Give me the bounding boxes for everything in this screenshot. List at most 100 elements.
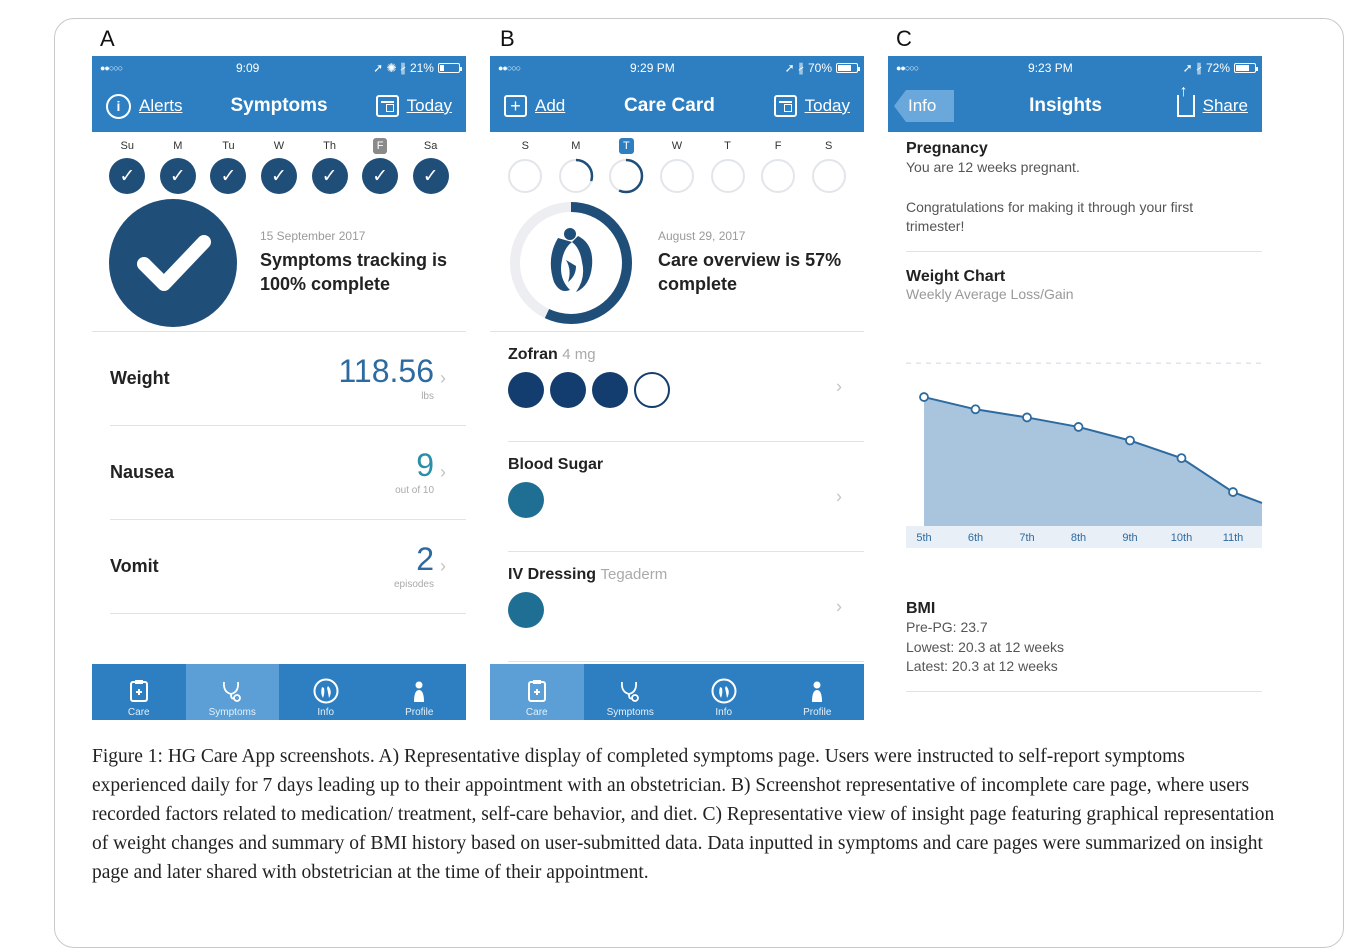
day-m-1[interactable]: M [555,138,597,194]
dose-circle[interactable] [508,592,544,628]
tab-bar: Care Symptoms Info Profile [92,664,466,720]
pregnancy-title: Pregnancy [906,140,988,157]
insights-screen: ●●○○○ 9:23 PM ➚ ∦ 72% Info Insights Shar… [888,56,1262,720]
tab-info[interactable]: Info [279,664,373,720]
row-nausea[interactable]: Nausea 9 out of 10 › [110,426,466,520]
day-w-3[interactable]: W [656,138,698,194]
summary-date: 15 September 2017 [260,229,366,244]
care-item-blood-sugar[interactable]: Blood Sugar › [508,442,864,552]
nav-bar: i Alerts Symptoms Today [92,80,466,132]
bmi-lowest: Lowest: 20.3 at 12 weeks [906,638,1064,655]
x-tick-label: 10th [1171,532,1192,544]
dose-circle[interactable] [550,372,586,408]
day-m[interactable]: M ✓ [157,138,199,194]
tab-info[interactable]: Info [677,664,771,720]
day-su[interactable]: Su ✓ [106,138,148,194]
value-unit: out of 10 [395,485,434,496]
stethoscope-icon [621,681,640,702]
today-button[interactable]: Today [773,95,850,117]
weight-chart: 5th 6th 7th 8th 9th 10th 11th [906,362,1262,548]
day-s-0[interactable]: S [504,138,546,194]
status-icons: ➚ ✺ ∦ [373,61,406,75]
day-w[interactable]: W ✓ [258,138,300,194]
row-value: 118.56 lbs [339,355,435,402]
day-t-2[interactable]: T [605,138,647,194]
alerts-button[interactable]: i Alerts [106,93,182,119]
status-time: 9:23 PM [1028,61,1073,75]
pregnancy-message: Congratulations for making it through yo… [906,198,1194,235]
tab-care[interactable]: Care [490,664,584,720]
status-bar: ●●○○○ 9:29 PM ➚ ∦ 70% [490,56,864,80]
dose-circle[interactable] [508,482,544,518]
day-tu[interactable]: Tu ✓ [207,138,249,194]
status-bar: ●●○○○ 9:23 PM ➚ ∦ 72% [888,56,1262,80]
pregnancy-logo-icon [550,227,593,292]
tab-bar: Care Symptoms Info Profile [490,664,864,720]
day-label: T [724,140,731,152]
tab-care[interactable]: Care [92,664,186,720]
battery-icon [836,63,860,73]
dose-circle[interactable] [592,372,628,408]
x-tick-label: 8th [1071,532,1086,544]
signal-indicator: ●●○○○ [896,63,919,73]
today-button[interactable]: Today [375,95,452,117]
stethoscope-icon [223,681,242,702]
share-button[interactable]: Share [1176,83,1248,117]
pregnancy-icon [313,678,339,704]
add-button[interactable]: + Add [504,95,565,117]
weight-chart-section: Weight Chart Weekly Average Loss/Gain [906,252,1262,302]
week-selector: SMTWTFS [490,132,864,194]
tab-profile[interactable]: Profile [771,664,865,720]
week-selector: Su ✓ M ✓ Tu ✓ W ✓ Th ✓ F ✓ Sa ✓ [92,132,466,194]
profile-icon [414,681,425,702]
tab-label: Symptoms [208,707,256,718]
tab-label: Info [317,707,335,718]
day-th[interactable]: Th ✓ [309,138,351,194]
share-icon [1176,83,1195,117]
care-item-subtitle: Tegaderm [600,566,668,583]
day-s-6[interactable]: S [808,138,850,194]
value-number: 2 [416,541,434,577]
row-vomit[interactable]: Vomit 2 episodes › [110,520,466,614]
care-item-iv-dressing[interactable]: IV Dressing Tegaderm › [508,552,864,662]
tab-label: Profile [405,707,434,718]
signal-indicator: ●●○○○ [100,63,123,73]
day-f[interactable]: F ✓ [359,138,401,194]
caption-text: Figure 1: HG Care App screenshots. A) Re… [92,746,1275,883]
tab-label: Care [127,707,150,718]
day-progress-ring [558,158,594,194]
profile-icon [812,681,823,702]
tab-symptoms[interactable]: Symptoms [584,664,678,720]
bmi-title: BMI [906,600,936,617]
chevron-right-icon: › [440,556,446,576]
add-icon: + [504,95,527,117]
status-bar: ●●○○○ 9:09 ➚ ✺ ∦ 21% [92,56,466,80]
day-progress-ring [761,159,796,193]
row-weight[interactable]: Weight 118.56 lbs › [110,332,466,426]
day-t-4[interactable]: T [707,138,749,194]
summary-text: Symptoms tracking is 100% complete [260,250,448,294]
value-number: 118.56 [338,353,435,389]
chevron-right-icon: › [836,596,842,616]
dose-circle[interactable] [508,372,544,408]
x-tick-label: 5th [916,532,931,544]
battery-icon [437,63,462,73]
status-time: 9:09 [236,61,260,75]
x-tick-label: 6th [968,532,983,544]
back-button[interactable]: Info [894,90,955,122]
tab-profile[interactable]: Profile [373,664,467,720]
day-sa[interactable]: Sa ✓ [410,138,452,194]
day-f-5[interactable]: F [757,138,799,194]
dose-circle[interactable] [634,372,670,408]
chevron-right-icon: › [440,462,446,482]
care-item-zofran[interactable]: Zofran 4 mg › [508,332,864,442]
care-progress-ring [510,201,632,324]
value-unit: lbs [421,391,434,402]
tab-symptoms[interactable]: Symptoms [185,664,279,720]
day-label: T [619,138,634,154]
x-tick-label: 11th [1223,532,1244,544]
panel-letter-c: C [896,26,912,51]
bmi-pre: Pre-PG: 23.7 [906,619,988,635]
check-icon: ✓ [362,158,399,194]
pregnancy-icon [711,678,737,704]
